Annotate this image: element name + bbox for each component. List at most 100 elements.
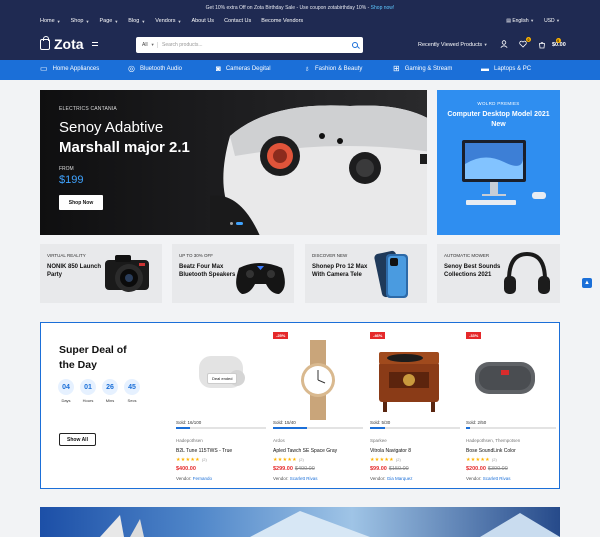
promo-card-supertitle: VIRTUAL REALITY xyxy=(47,253,86,258)
headphones-image xyxy=(504,251,550,294)
current-price: $400.00 xyxy=(176,466,196,472)
product-price: $99.00 $150.00 xyxy=(370,466,409,472)
search-button[interactable] xyxy=(347,42,363,48)
side-banner-supertitle: WOLRD PREMIES xyxy=(477,101,520,106)
deal-ended-label: Deal ended xyxy=(207,373,238,384)
star-rating: ★★★★★ (2) xyxy=(370,457,401,463)
timer-mins: 26 Mins xyxy=(102,379,118,403)
wishlist-button[interactable]: 0 xyxy=(519,37,531,50)
side-banner-title: Computer Desktop Model 2021 New xyxy=(447,111,550,128)
cart-count: 0 xyxy=(555,38,561,43)
category-gaming[interactable]: ⊞ Gaming & Stream xyxy=(393,65,453,73)
nav-label: Home xyxy=(40,18,55,24)
nav-contact[interactable]: Contact Us xyxy=(224,18,251,24)
deal-title: Super Deal of the Day xyxy=(59,344,127,371)
old-price: $150.00 xyxy=(388,466,409,472)
menu-icon[interactable] xyxy=(92,42,98,46)
sold-progress xyxy=(466,427,556,429)
vendor-link[interactable]: Scarlett Rivas xyxy=(483,476,511,481)
nav-become-vendor[interactable]: Become Vendors xyxy=(261,18,303,24)
category-label: Fashion & Beauty xyxy=(315,66,363,72)
chevron-down-icon: ▼ xyxy=(85,18,90,24)
category-home-appliances[interactable]: ▭ Home Appliances xyxy=(40,64,99,73)
promo-card-title: Shonep Pro 12 Max With Camera Tele xyxy=(312,264,368,278)
nav-about[interactable]: About Us xyxy=(191,18,214,24)
category-laptops[interactable]: ▬ Laptops & PC xyxy=(481,65,532,73)
promo-card-supertitle: AUTOMATIC MOWER xyxy=(444,253,490,258)
nav-blog[interactable]: Blog ▼ xyxy=(128,18,145,24)
hero-supertitle: ELECTRICS CANTANIA xyxy=(59,106,117,112)
hero-shop-now-button[interactable]: Shop Now xyxy=(59,195,103,210)
nav-shop[interactable]: Shop ▼ xyxy=(71,18,90,24)
promo-card-supertitle: DISCOVER NEW xyxy=(312,253,348,258)
language-select[interactable]: ▤ English ▼ xyxy=(506,18,534,24)
slider-dot[interactable] xyxy=(230,222,233,225)
nav-vendors[interactable]: Vendors ▼ xyxy=(155,18,181,24)
user-icon[interactable] xyxy=(500,40,508,50)
vendor-link[interactable]: Fernando xyxy=(193,476,212,481)
category-fashion[interactable]: ♁ Fashion & Beauty xyxy=(304,65,363,73)
nav-label: Contact Us xyxy=(224,18,252,24)
current-price: $99.00 xyxy=(370,466,387,472)
discount-badge: -25% xyxy=(273,332,289,339)
chevron-down-icon: ▼ xyxy=(150,42,155,47)
product-name[interactable]: Bose SoundLink Color xyxy=(466,448,516,454)
show-all-button[interactable]: Show All xyxy=(59,433,96,446)
product-name[interactable]: Vitrola Navigator 8 xyxy=(370,448,411,454)
deal-product-card[interactable]: Deal ended Sold: 16/100 Hadepothsen B2L … xyxy=(176,328,266,483)
discount-badge: -46% xyxy=(370,332,386,339)
category-cameras[interactable]: ◙ Cameras Degital xyxy=(216,65,271,73)
promo-card-phone[interactable]: DISCOVER NEW Shonep Pro 12 Max With Came… xyxy=(305,244,427,303)
vendor-link[interactable]: Gia Marquez xyxy=(387,476,413,481)
chevron-down-icon: ▼ xyxy=(556,18,560,23)
product-brand: Ardos xyxy=(273,438,285,443)
smartphone-image xyxy=(374,250,408,298)
review-count: (2) xyxy=(491,457,497,462)
hero-subtitle: Marshall major 2.1 xyxy=(59,139,190,156)
deal-product-card[interactable]: -33% Sold: 2/50 Hadepothsen, Thempotsen … xyxy=(466,328,556,483)
cart-button[interactable]: 0 $0.00 xyxy=(538,38,566,49)
deal-product-card[interactable]: -25% Sold: 15/40 Ardos Apled Tawch SE Sp… xyxy=(273,328,363,483)
category-label: Cameras Degital xyxy=(225,66,271,72)
vendor-label: Vendor: xyxy=(176,476,192,481)
appliance-icon: ▭ xyxy=(40,64,48,73)
deal-product-card[interactable]: -46% Sold: 5/30 Sparkee Vitrola Navigato… xyxy=(370,328,460,483)
top-header: Get 10% extra Off on Zota Birthday Sale … xyxy=(0,0,600,60)
promo-card-headphones[interactable]: AUTOMATIC MOWER Senoy Best Sounds Collec… xyxy=(437,244,560,303)
slider-dot-active[interactable] xyxy=(236,222,243,225)
currency-select[interactable]: USD ▼ xyxy=(544,18,560,24)
product-name[interactable]: Apled Tawch SE Space Gray xyxy=(273,448,337,454)
product-vendor: Vendor: Scarlett Rivas xyxy=(466,476,511,481)
category-label: Laptops & PC xyxy=(494,66,532,72)
category-bluetooth-audio[interactable]: ◎ Bluetooth Audio xyxy=(128,65,182,73)
nav-home[interactable]: Home ▼ xyxy=(40,18,61,24)
vendor-link[interactable]: Scarlett Rivas xyxy=(290,476,318,481)
logo[interactable]: Zota xyxy=(40,35,84,52)
star-rating: ★★★★★ (2) xyxy=(273,457,304,463)
nav-page[interactable]: Page ▼ xyxy=(99,18,118,24)
hero-slider[interactable]: ELECTRICS CANTANIA Senoy Adabtive Marsha… xyxy=(40,90,427,235)
product-brand: Hadepothsen, Thempotsen xyxy=(466,438,521,443)
promo-shop-now-link[interactable]: Shop now! xyxy=(371,5,395,11)
sold-count: Sold: 15/40 xyxy=(273,420,296,425)
record-player-image xyxy=(379,352,439,412)
product-brand: Hadepothsen xyxy=(176,438,203,443)
side-banner[interactable]: WOLRD PREMIES Computer Desktop Model 202… xyxy=(437,90,560,235)
timer-hours: 01 Hours xyxy=(80,379,96,403)
product-price: $200.00 $300.00 xyxy=(466,466,508,472)
back-to-top-button[interactable]: ▲ xyxy=(582,278,592,288)
category-bar: ▭ Home Appliances ◎ Bluetooth Audio ◙ Camer… xyxy=(0,60,600,80)
locale-switchers: ▤ English ▼ USD ▼ xyxy=(506,18,560,24)
search-input[interactable]: Search products... xyxy=(158,42,347,48)
bottom-banner[interactable] xyxy=(40,507,560,537)
earbuds-image xyxy=(199,356,245,388)
category-label: Gaming & Stream xyxy=(404,66,453,72)
camera-image xyxy=(105,255,149,292)
timer-days: 04 Days xyxy=(58,379,74,403)
promo-card-camera[interactable]: VIRTUAL REALITY NONIK 850 Launch Party xyxy=(40,244,162,303)
promo-card-speakers[interactable]: UP TO 30% OFF Beatz Four Max Bluetooth S… xyxy=(172,244,294,303)
cart-icon xyxy=(539,42,545,49)
product-name[interactable]: B2L Tune 115TWS - True xyxy=(176,448,232,454)
search-category-select[interactable]: All ▼ xyxy=(136,42,158,48)
recently-viewed-dropdown[interactable]: Recently Viewed Products ▼ xyxy=(418,42,488,48)
